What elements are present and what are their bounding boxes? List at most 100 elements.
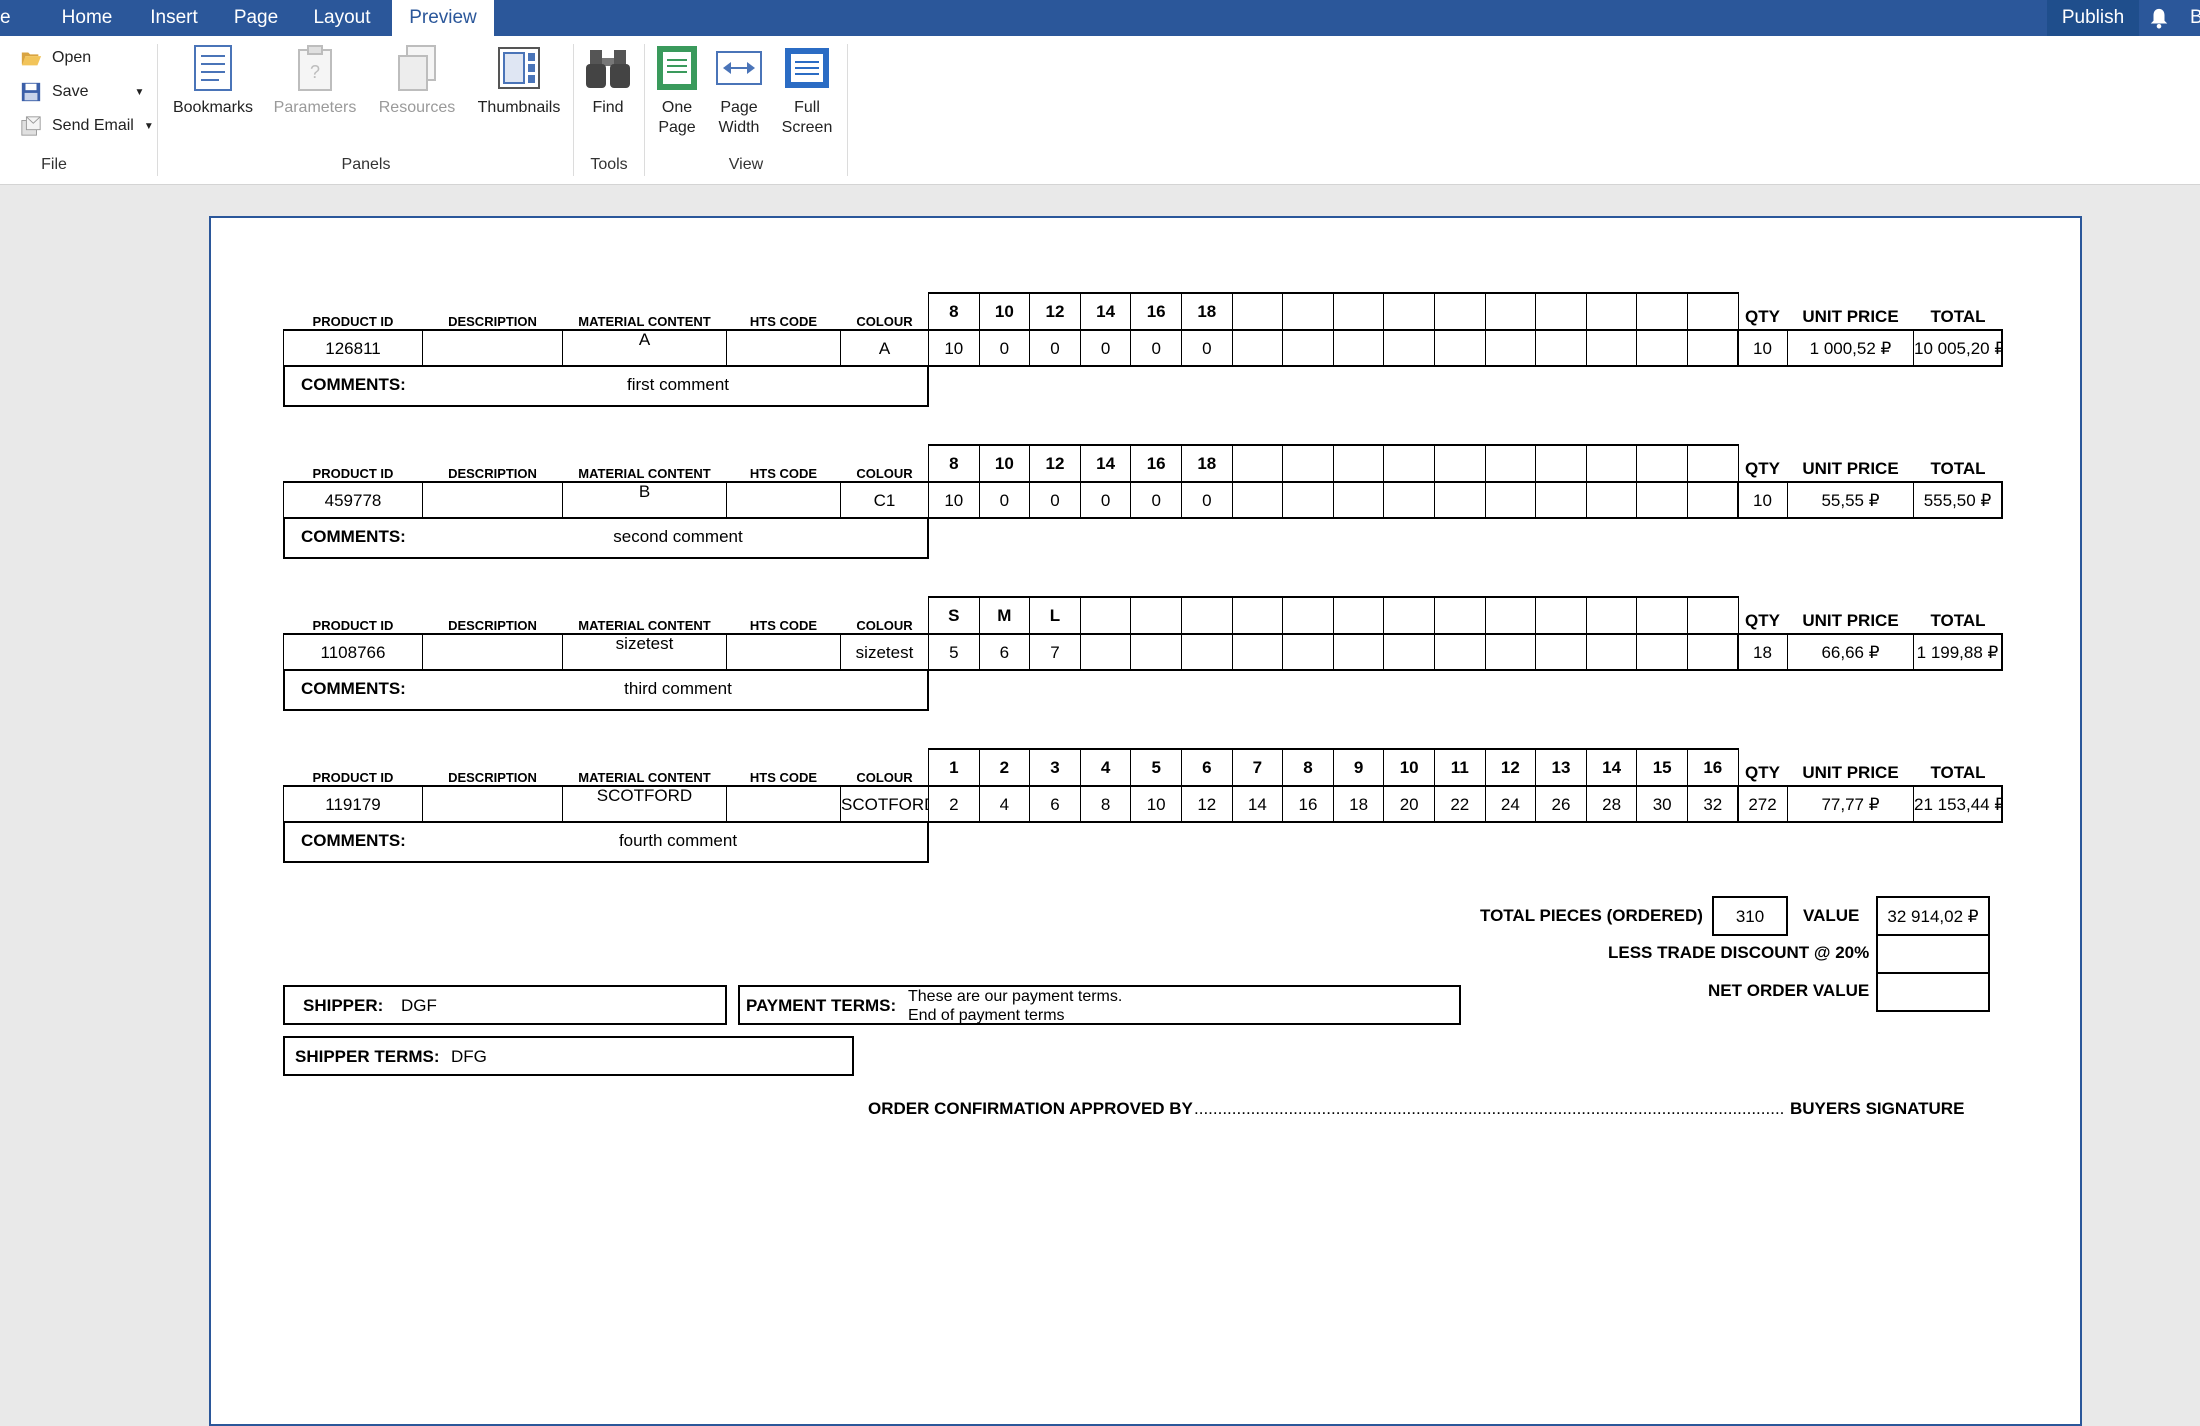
one-page-icon bbox=[657, 46, 697, 90]
one-page-button[interactable]: One Page bbox=[652, 44, 702, 138]
description-cell bbox=[422, 329, 563, 367]
group-divider bbox=[847, 44, 848, 176]
total-pieces-label: TOTAL PIECES (ORDERED) bbox=[1480, 906, 1703, 925]
size-quantity-cell: 24 bbox=[1484, 785, 1537, 823]
size-header-cell bbox=[1636, 444, 1688, 482]
size-quantity-cell: 0 bbox=[1181, 329, 1233, 367]
colour-header: COLOUR bbox=[856, 618, 913, 633]
notification-bell-icon[interactable] bbox=[2148, 7, 2170, 29]
size-quantity-cell: 0 bbox=[1029, 329, 1081, 367]
tab-insert[interactable]: Insert bbox=[132, 0, 216, 36]
product-id-header: PRODUCT ID bbox=[312, 466, 394, 481]
material-content-cell: SCOTFORD bbox=[562, 785, 727, 823]
tab-layout[interactable]: Layout bbox=[296, 0, 388, 36]
size-quantity-cell: 10 bbox=[928, 481, 980, 519]
size-quantity-cell bbox=[1332, 633, 1385, 671]
tab-file-partial[interactable]: e bbox=[0, 0, 10, 36]
size-quantity-cell: 10 bbox=[1130, 785, 1182, 823]
material-content-cell: B bbox=[562, 481, 727, 519]
size-header-cell: 15 bbox=[1636, 748, 1688, 786]
colour-header: COLOUR bbox=[856, 770, 913, 785]
size-quantity-cell: 12 bbox=[1181, 785, 1233, 823]
send-email-label: Send Email bbox=[52, 117, 134, 134]
size-header-cell bbox=[1231, 292, 1284, 330]
size-quantity-cell: 28 bbox=[1585, 785, 1638, 823]
size-header-cell bbox=[1687, 596, 1739, 634]
size-quantity-cell bbox=[1282, 633, 1334, 671]
size-header-cell: 2 bbox=[978, 748, 1031, 786]
hts-code-cell bbox=[726, 633, 841, 671]
size-header-cell bbox=[1484, 292, 1537, 330]
tab-page[interactable]: Page bbox=[216, 0, 296, 36]
thumbnails-icon bbox=[498, 47, 540, 89]
size-quantity-cell: 20 bbox=[1383, 785, 1435, 823]
size-quantity-cell bbox=[1484, 329, 1537, 367]
save-dropdown-caret-icon[interactable]: ▼ bbox=[134, 87, 144, 98]
size-header-cell bbox=[1687, 444, 1739, 482]
comment-text: fourth comment bbox=[618, 831, 738, 850]
find-button[interactable]: Find bbox=[584, 44, 632, 118]
tab-preview[interactable]: Preview bbox=[392, 0, 494, 36]
tab-home[interactable]: Home bbox=[42, 0, 132, 36]
unit-price-cell: 77,77 ₽ bbox=[1787, 785, 1914, 823]
hts-code-header: HTS CODE bbox=[749, 618, 818, 633]
size-quantity-cell bbox=[1585, 481, 1638, 519]
size-header-cell: 8 bbox=[1282, 748, 1334, 786]
payment-terms-line1: These are our payment terms. bbox=[908, 988, 1123, 1005]
size-header-cell bbox=[1079, 596, 1132, 634]
shipper-value: DGF bbox=[401, 996, 437, 1015]
send-email-dropdown-caret-icon[interactable]: ▼ bbox=[144, 121, 154, 132]
unit-price-header: UNIT PRICE bbox=[1802, 763, 1899, 782]
send-email-button[interactable]: Send Email ▼ bbox=[20, 112, 154, 140]
user-menu-partial[interactable]: B bbox=[2190, 0, 2200, 36]
size-header-cell: 9 bbox=[1332, 748, 1385, 786]
size-quantity-cell bbox=[1231, 633, 1284, 671]
full-screen-label-line2: Screen bbox=[781, 119, 833, 136]
save-button[interactable]: Save ▼ bbox=[20, 78, 144, 106]
size-header-cell bbox=[1636, 292, 1688, 330]
open-button[interactable]: Open bbox=[20, 44, 91, 72]
size-header-cell bbox=[1434, 444, 1486, 482]
size-quantity-cell bbox=[1231, 481, 1284, 519]
size-quantity-cell bbox=[1079, 633, 1132, 671]
page-width-button[interactable]: Page Width bbox=[712, 44, 766, 138]
colour-cell: A bbox=[840, 329, 929, 367]
total-cell: 21 153,44 ₽ bbox=[1913, 785, 2003, 823]
product-id-cell: 126811 bbox=[283, 329, 423, 367]
parameters-button[interactable]: ? Parameters bbox=[268, 44, 362, 118]
total-header: TOTAL bbox=[1930, 459, 1986, 478]
size-quantity-cell bbox=[1231, 329, 1284, 367]
payment-terms-label: PAYMENT TERMS: bbox=[746, 996, 897, 1015]
description-header: DESCRIPTION bbox=[448, 770, 537, 785]
size-header-cell bbox=[1282, 444, 1334, 482]
size-header-cell: 18 bbox=[1181, 292, 1233, 330]
size-header-cell bbox=[1636, 596, 1688, 634]
size-header-cell: 6 bbox=[1181, 748, 1233, 786]
size-quantity-cell bbox=[1585, 633, 1638, 671]
size-quantity-cell bbox=[1687, 633, 1739, 671]
full-screen-button[interactable]: Full Screen bbox=[778, 44, 836, 138]
comment-text: second comment bbox=[613, 527, 743, 546]
thumbnails-button[interactable]: Thumbnails bbox=[472, 44, 566, 118]
product-id-cell: 459778 bbox=[283, 481, 423, 519]
shipper-box: SHIPPER: DGF bbox=[283, 985, 727, 1025]
size-header-cell bbox=[1484, 596, 1537, 634]
send-email-icon bbox=[21, 116, 41, 136]
size-quantity-cell bbox=[1535, 633, 1587, 671]
unit-price-cell: 55,55 ₽ bbox=[1787, 481, 1914, 519]
size-quantity-cell: 6 bbox=[1029, 785, 1081, 823]
product-id-header: PRODUCT ID bbox=[312, 618, 394, 633]
size-header-cell bbox=[1585, 596, 1638, 634]
size-quantity-cell bbox=[1181, 633, 1233, 671]
size-quantity-cell: 5 bbox=[928, 633, 980, 671]
size-header-cell: 1 bbox=[928, 748, 980, 786]
size-quantity-cell bbox=[1484, 633, 1537, 671]
size-quantity-cell bbox=[1687, 329, 1739, 367]
file-group-label: File bbox=[41, 156, 67, 173]
resources-button[interactable]: Resources bbox=[372, 44, 462, 118]
bookmarks-button[interactable]: Bookmarks bbox=[170, 44, 256, 118]
qty-cell: 10 bbox=[1737, 329, 1788, 367]
size-header-cell: 11 bbox=[1434, 748, 1486, 786]
unit-price-cell: 66,66 ₽ bbox=[1787, 633, 1914, 671]
publish-button[interactable]: Publish bbox=[2047, 0, 2139, 36]
